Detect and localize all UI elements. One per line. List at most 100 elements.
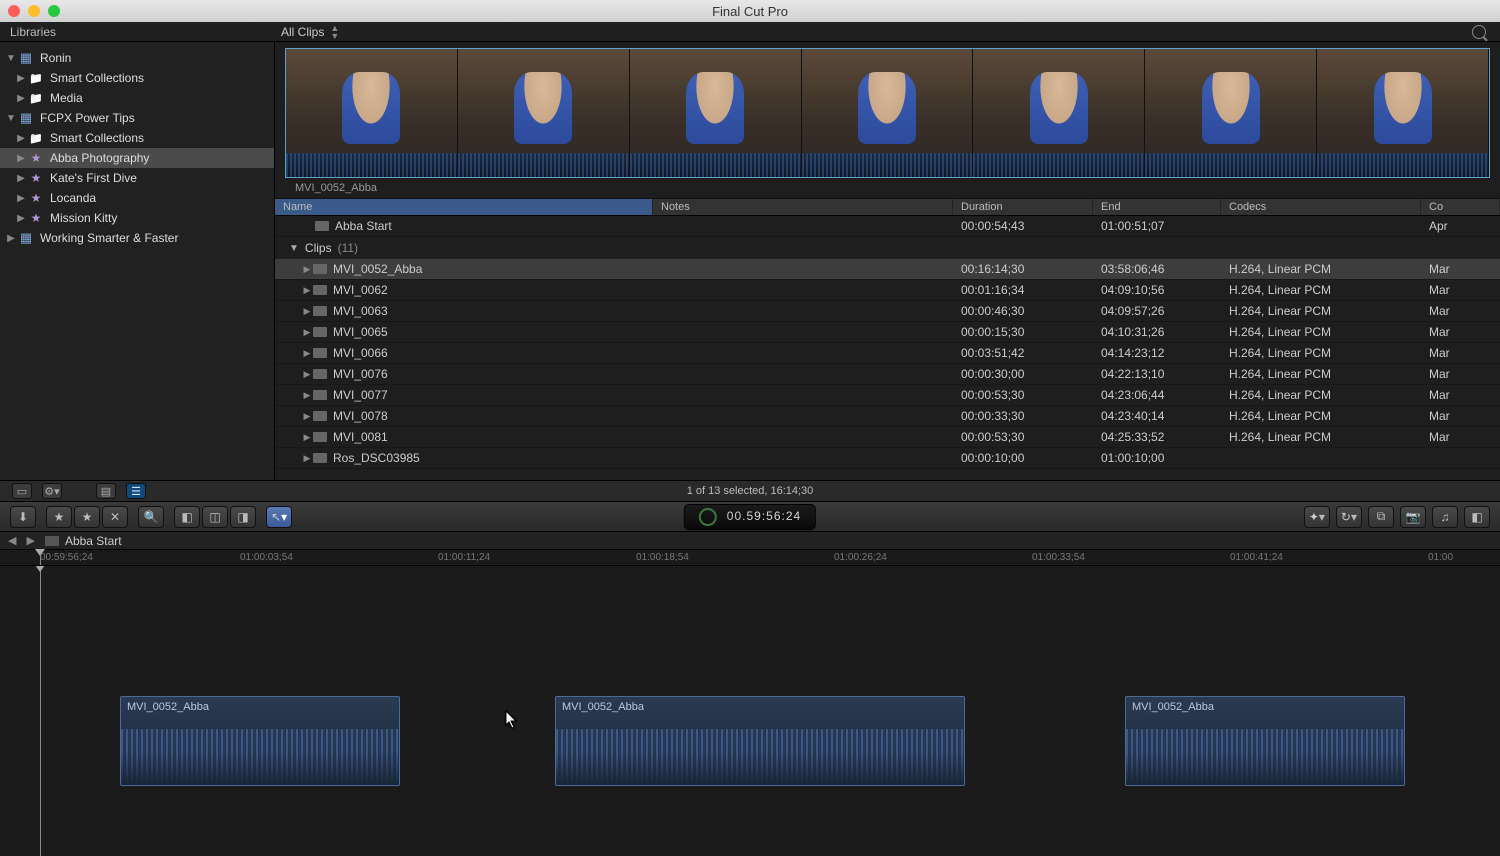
column-duration[interactable]: Duration [953,199,1093,215]
timeline-clip[interactable]: MVI_0052_Abba [1125,696,1405,786]
sidebar-item-label: Locanda [50,191,96,205]
history-back-button[interactable]: ◀ [8,534,16,547]
sidebar-item-working-smarter-faster[interactable]: ▶Working Smarter & Faster [0,228,274,248]
clip-end: 04:09:10;56 [1093,283,1221,297]
inspector-toggle-button[interactable]: ◧ [1464,506,1490,528]
filmstrip-thumb[interactable] [1317,49,1489,177]
browser-list-header[interactable]: Name Notes Duration End Codecs Co [275,198,1500,216]
column-name[interactable]: Name [275,199,653,215]
disclosure-triangle-icon[interactable]: ▼ [289,243,299,254]
filmstrip-thumb[interactable] [973,49,1145,177]
sidebar-item-smart-collections[interactable]: ▶Smart Collections [0,128,274,148]
clip-row[interactable]: ▶MVI_007800:00:33;3004:23:40;14H.264, Li… [275,406,1500,427]
share-button-2[interactable]: 📷 [1400,506,1426,528]
retime-menu-button[interactable]: ↻▾ [1336,506,1362,528]
filmstrip-thumb[interactable] [1145,49,1317,177]
clip-row[interactable]: ▶MVI_007600:00:30;0004:22:13;10H.264, Li… [275,364,1500,385]
disclosure-triangle-icon[interactable]: ▶ [301,453,313,464]
import-shelf-button[interactable]: ▭ [12,483,32,499]
sidebar-item-mission-kitty[interactable]: ▶ Mission Kitty [0,208,274,228]
reject-button[interactable]: ★ [74,506,100,528]
timeline-body[interactable]: MVI_0052_Abba MVI_0052_Abba MVI_0052_Abba [0,566,1500,856]
maximize-icon[interactable] [48,5,60,17]
filmstrip-thumb[interactable] [802,49,974,177]
timeline-ruler[interactable]: 00:59:56;2401:00:03;5401:00:11;2401:00:1… [0,550,1500,566]
filmstrip-thumb[interactable] [286,49,458,177]
clip-row[interactable]: ▶MVI_008100:00:53;3004:25:33;52H.264, Li… [275,427,1500,448]
disclosure-arrow-icon[interactable]: ▶ [14,213,28,224]
share-button-1[interactable]: ⧉ [1368,506,1394,528]
sidebar-item-smart-collections[interactable]: ▶Smart Collections [0,68,274,88]
column-notes[interactable]: Notes [653,199,953,215]
project-row[interactable]: Abba Start 00:00:54;43 01:00:51;07 Apr [275,216,1500,237]
search-icon[interactable] [1472,25,1486,39]
sidebar-item-label: Mission Kitty [50,211,117,225]
timecode-display[interactable]: 00.59:56:24 [684,504,816,530]
clip-row[interactable]: ▶MVI_007700:00:53;3004:23:06;44H.264, Li… [275,385,1500,406]
disclosure-arrow-icon[interactable]: ▶ [14,153,28,164]
main-toolbar: ⬇ ★ ★ ✕ 🔍 ◧ ◫ ◨ ↖ ▾ 00.59:56:24 ✦▾ ↻▾ ⧉ … [0,502,1500,532]
sidebar-item-abba-photography[interactable]: ▶Abba Photography [0,148,274,168]
settings-gear-button[interactable]: ⚙▾ [42,483,62,499]
waveform [121,729,399,785]
clip-row[interactable]: ▶MVI_006300:00:46;3004:09:57;26H.264, Li… [275,301,1500,322]
disclosure-arrow-icon[interactable]: ▶ [14,173,28,184]
column-end[interactable]: End [1093,199,1221,215]
clip-row[interactable]: ▶MVI_006600:03:51;4204:14:23;12H.264, Li… [275,343,1500,364]
clip-filter-label: All Clips [281,25,324,39]
disclosure-arrow-icon[interactable]: ▶ [14,93,28,104]
disclosure-triangle-icon[interactable]: ▶ [301,327,313,338]
column-co[interactable]: Co [1421,199,1500,215]
filmstrip-preview[interactable] [285,48,1490,178]
keyword-button[interactable]: ★ [46,506,72,528]
timeline-clip[interactable]: MVI_0052_Abba [555,696,965,786]
sidebar-item-locanda[interactable]: ▶ Locanda [0,188,274,208]
append-clip-button[interactable]: ◨ [230,506,256,528]
disclosure-arrow-icon[interactable]: ▶ [14,133,28,144]
sidebar-item-media[interactable]: ▶Media [0,88,274,108]
disclosure-triangle-icon[interactable]: ▶ [301,348,313,359]
disclosure-arrow-icon[interactable]: ▶ [14,193,28,204]
filmstrip-view-button[interactable]: ▤ [96,483,116,499]
insert-clip-button[interactable]: ◫ [202,506,228,528]
disclosure-triangle-icon[interactable]: ▶ [301,285,313,296]
clip-icon [313,411,327,421]
disclosure-arrow-icon[interactable]: ▶ [4,233,18,244]
disclosure-arrow-icon[interactable]: ▶ [14,73,28,84]
close-icon[interactable] [8,5,20,17]
disclosure-triangle-icon[interactable]: ▶ [301,390,313,401]
clip-row[interactable]: ▶MVI_006500:00:15;3004:10:31;26H.264, Li… [275,322,1500,343]
clip-filter-dropdown[interactable]: All Clips ▲▼ [275,24,339,40]
timeline-clip[interactable]: MVI_0052_Abba [120,696,400,786]
column-codecs[interactable]: Codecs [1221,199,1421,215]
disclosure-triangle-icon[interactable]: ▶ [301,264,313,275]
disclosure-arrow-icon[interactable]: ▼ [4,53,18,64]
clear-button[interactable]: ✕ [102,506,128,528]
disclosure-triangle-icon[interactable]: ▶ [301,306,313,317]
sidebar-item-fcpx-power-tips[interactable]: ▼FCPX Power Tips [0,108,274,128]
clip-row[interactable]: ▶MVI_0052_Abba00:16:14;3003:58:06;46H.26… [275,259,1500,280]
history-fwd-button[interactable]: ▶ [26,534,34,547]
clip-row[interactable]: ▶Ros_DSC0398500:00:10;0001:00:10;00 [275,448,1500,469]
search-tool-button[interactable]: 🔍 [138,506,164,528]
minimize-icon[interactable] [28,5,40,17]
timeline-project[interactable]: Abba Start [45,534,122,548]
sidebar-item-ronin[interactable]: ▼Ronin [0,48,274,68]
list-view-button[interactable]: ☰ [126,483,146,499]
clips-count: (11) [338,241,358,255]
filmstrip-thumb[interactable] [630,49,802,177]
import-button[interactable]: ⬇ [10,506,36,528]
disclosure-triangle-icon[interactable]: ▶ [301,369,313,380]
select-tool-button[interactable]: ↖ ▾ [266,506,292,528]
filmstrip-thumb[interactable] [458,49,630,177]
music-browser-button[interactable]: ♫ [1432,506,1458,528]
connect-clip-button[interactable]: ◧ [174,506,200,528]
playhead-line[interactable] [40,566,41,856]
clips-group-header[interactable]: ▼ Clips (11) [275,237,1500,259]
clip-row[interactable]: ▶MVI_006200:01:16;3404:09:10;56H.264, Li… [275,280,1500,301]
disclosure-triangle-icon[interactable]: ▶ [301,411,313,422]
enhance-menu-button[interactable]: ✦▾ [1304,506,1330,528]
disclosure-triangle-icon[interactable]: ▶ [301,432,313,443]
sidebar-item-kate-s-first-dive[interactable]: ▶Kate's First Dive [0,168,274,188]
disclosure-arrow-icon[interactable]: ▼ [4,113,18,124]
